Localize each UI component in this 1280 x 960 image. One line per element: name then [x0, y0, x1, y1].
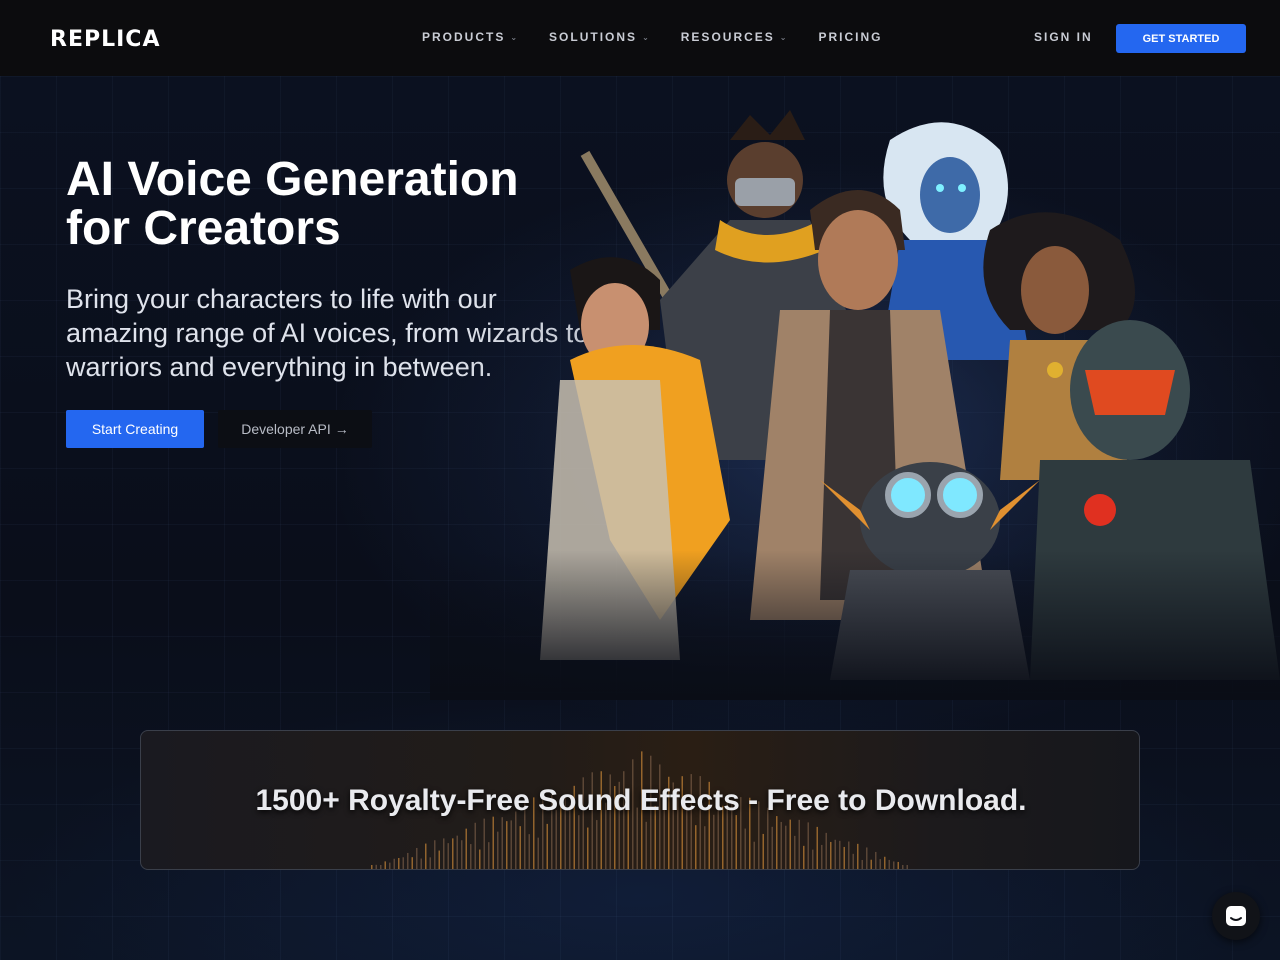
- chat-icon: [1226, 906, 1246, 926]
- arrow-right-icon: →: [334, 421, 349, 437]
- nav-solutions-label: SOLUTIONS: [549, 30, 638, 44]
- start-creating-label: Start Creating: [91, 421, 179, 437]
- replica-logo[interactable]: REPLICA: [50, 27, 160, 52]
- chevron-down-icon: ⌄: [510, 32, 520, 42]
- site-header: REPLICA PRODUCTS ⌄ SOLUTIONS ⌄ RESOURCES…: [0, 0, 1280, 76]
- get-started-button[interactable]: GET STARTED: [1116, 24, 1246, 53]
- characters-illustration: [430, 100, 1280, 700]
- start-creating-button[interactable]: Start Creating: [66, 410, 204, 448]
- chat-launcher-button[interactable]: [1212, 892, 1260, 940]
- chevron-down-icon: ⌄: [642, 32, 651, 42]
- nav-products-label: PRODUCTS: [422, 30, 506, 44]
- sign-in-link[interactable]: SIGN IN: [1034, 30, 1093, 44]
- nav-resources-label: RESOURCES: [680, 30, 775, 44]
- nav-pricing-label: PRICING: [818, 30, 883, 44]
- sound-effects-banner[interactable]: 1500+ Royalty-Free Sound Effects - Free …: [140, 730, 1140, 870]
- chevron-down-icon: ⌄: [779, 32, 789, 42]
- developer-api-button[interactable]: Developer API →: [218, 410, 372, 448]
- banner-text: 1500+ Royalty-Free Sound Effects - Free …: [255, 784, 1027, 817]
- developer-api-label: Developer API: [241, 421, 331, 437]
- main-nav: PRODUCTS ⌄ SOLUTIONS ⌄ RESOURCES ⌄ PRICI…: [422, 30, 883, 44]
- nav-solutions[interactable]: SOLUTIONS ⌄: [549, 30, 651, 44]
- nav-products[interactable]: PRODUCTS ⌄: [422, 30, 519, 44]
- nav-pricing[interactable]: PRICING: [818, 30, 882, 44]
- nav-resources[interactable]: RESOURCES ⌄: [681, 30, 789, 44]
